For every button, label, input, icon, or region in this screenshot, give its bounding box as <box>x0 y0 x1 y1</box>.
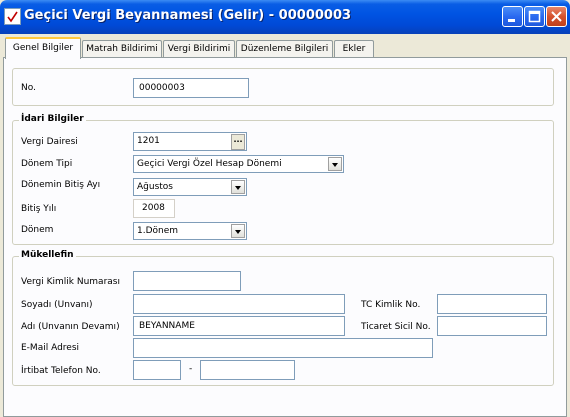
tab-ekler[interactable]: Ekler <box>334 40 374 58</box>
mukellefin-group: Mükellefin Vergi Kimlik Numarası Soyadı … <box>12 250 554 386</box>
tab-duzenleme-bilgileri[interactable]: Düzenleme Bilgileri <box>236 40 333 58</box>
no-group: No. 00000003 <box>12 68 554 106</box>
telefon-label: İrtibat Telefon No. <box>21 366 101 376</box>
mukellefin-title: Mükellefin <box>19 250 76 260</box>
chevron-down-icon[interactable] <box>231 180 245 194</box>
bitis-yili-field[interactable]: 2008 <box>133 199 175 218</box>
vergi-dairesi-value: 1201 <box>137 136 160 146</box>
soyadi-field[interactable] <box>133 294 345 314</box>
chevron-down-icon[interactable] <box>231 224 245 238</box>
email-label: E-Mail Adresi <box>21 343 80 353</box>
no-label: No. <box>21 83 36 93</box>
minimize-button[interactable] <box>502 6 523 27</box>
vkn-field[interactable] <box>133 271 241 291</box>
tc-kimlik-label: TC Kimlik No. <box>361 300 421 310</box>
telefon-area-field[interactable] <box>133 360 181 380</box>
donem-value: 1.Dönem <box>137 226 179 236</box>
tab-matrah-bildirimi[interactable]: Matrah Bildirimi <box>82 40 162 58</box>
donemin-bitis-ayi-label: Dönemin Bitiş Ayı <box>21 180 101 190</box>
tab-vergi-bildirimi[interactable]: Vergi Bildirimi <box>163 40 235 58</box>
chevron-down-icon[interactable] <box>328 157 342 171</box>
donemin-bitis-ayi-select[interactable]: Ağustos <box>133 178 247 196</box>
donem-tipi-label: Dönem Tipi <box>21 159 73 169</box>
close-button[interactable] <box>546 6 567 27</box>
donemin-bitis-ayi-value: Ağustos <box>137 182 173 192</box>
donem-select[interactable]: 1.Dönem <box>133 222 247 240</box>
idari-bilgiler-group: İdari Bilgiler Vergi Dairesi 1201 ... Dö… <box>12 114 554 245</box>
tab-panel: No. 00000003 İdari Bilgiler Vergi Daires… <box>3 57 567 417</box>
adi-label: Adı (Unvanın Devamı) <box>21 322 120 332</box>
email-field[interactable] <box>133 338 433 358</box>
donem-tipi-value: Geçici Vergi Özel Hesap Dönemi <box>137 159 282 169</box>
vkn-label: Vergi Kimlik Numarası <box>21 277 120 287</box>
bitis-yili-label: Bitiş Yılı <box>21 204 57 214</box>
idari-bilgiler-title: İdari Bilgiler <box>19 114 86 124</box>
maximize-icon <box>528 10 541 23</box>
soyadi-label: Soyadı (Unvanı) <box>21 300 93 310</box>
ticaret-sicil-label: Ticaret Sicil No. <box>361 322 431 332</box>
donem-label: Dönem <box>21 225 54 235</box>
close-icon <box>551 11 562 22</box>
tab-strip: Genel Bilgiler Matrah Bildirimi Vergi Bi… <box>0 34 570 59</box>
title-bar[interactable]: Geçici Vergi Beyannamesi (Gelir) - 00000… <box>0 0 570 34</box>
ticaret-sicil-field[interactable] <box>437 316 547 336</box>
telefon-separator: - <box>189 364 193 374</box>
vergi-dairesi-field[interactable]: 1201 ... <box>133 132 247 151</box>
telefon-number-field[interactable] <box>200 360 295 380</box>
window-title: Geçici Vergi Beyannamesi (Gelir) - 00000… <box>24 8 352 23</box>
donem-tipi-select[interactable]: Geçici Vergi Özel Hesap Dönemi <box>133 155 344 173</box>
tab-genel-bilgiler[interactable]: Genel Bilgiler <box>5 37 81 59</box>
adi-field[interactable]: BEYANNAME <box>133 316 345 336</box>
minimize-icon <box>508 19 515 22</box>
document-check-icon[interactable] <box>4 8 21 25</box>
maximize-button[interactable] <box>524 6 545 27</box>
vergi-dairesi-browse-button[interactable]: ... <box>231 134 245 150</box>
vergi-dairesi-label: Vergi Dairesi <box>21 137 78 147</box>
no-field[interactable]: 00000003 <box>133 78 249 98</box>
tc-kimlik-field[interactable] <box>437 294 547 314</box>
